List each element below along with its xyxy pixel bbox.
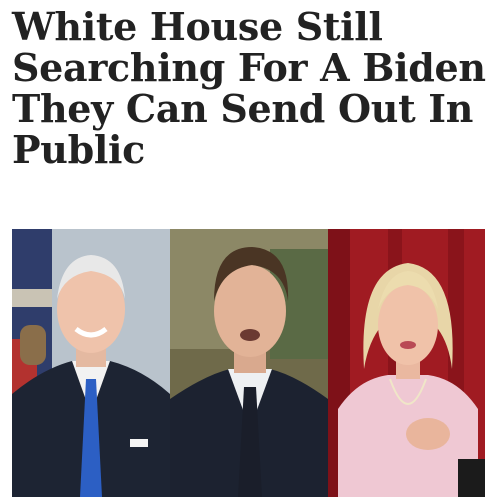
photo-2-image (170, 229, 328, 497)
headline-line-1: White House Still (12, 4, 383, 49)
article-headline: White House Still Searching For A Biden … (12, 6, 487, 170)
headline-line-2: Searching For A Biden (12, 45, 486, 90)
photo-panel-1 (12, 229, 170, 497)
photo-panel-3 (328, 229, 485, 497)
headline-line-4: Public (12, 127, 145, 172)
photo-3-image (328, 229, 485, 497)
photo-collage (12, 229, 485, 497)
headline-line-3: They Can Send Out In (12, 86, 474, 131)
photo-1-image (12, 229, 170, 497)
photo-panel-2 (170, 229, 328, 497)
